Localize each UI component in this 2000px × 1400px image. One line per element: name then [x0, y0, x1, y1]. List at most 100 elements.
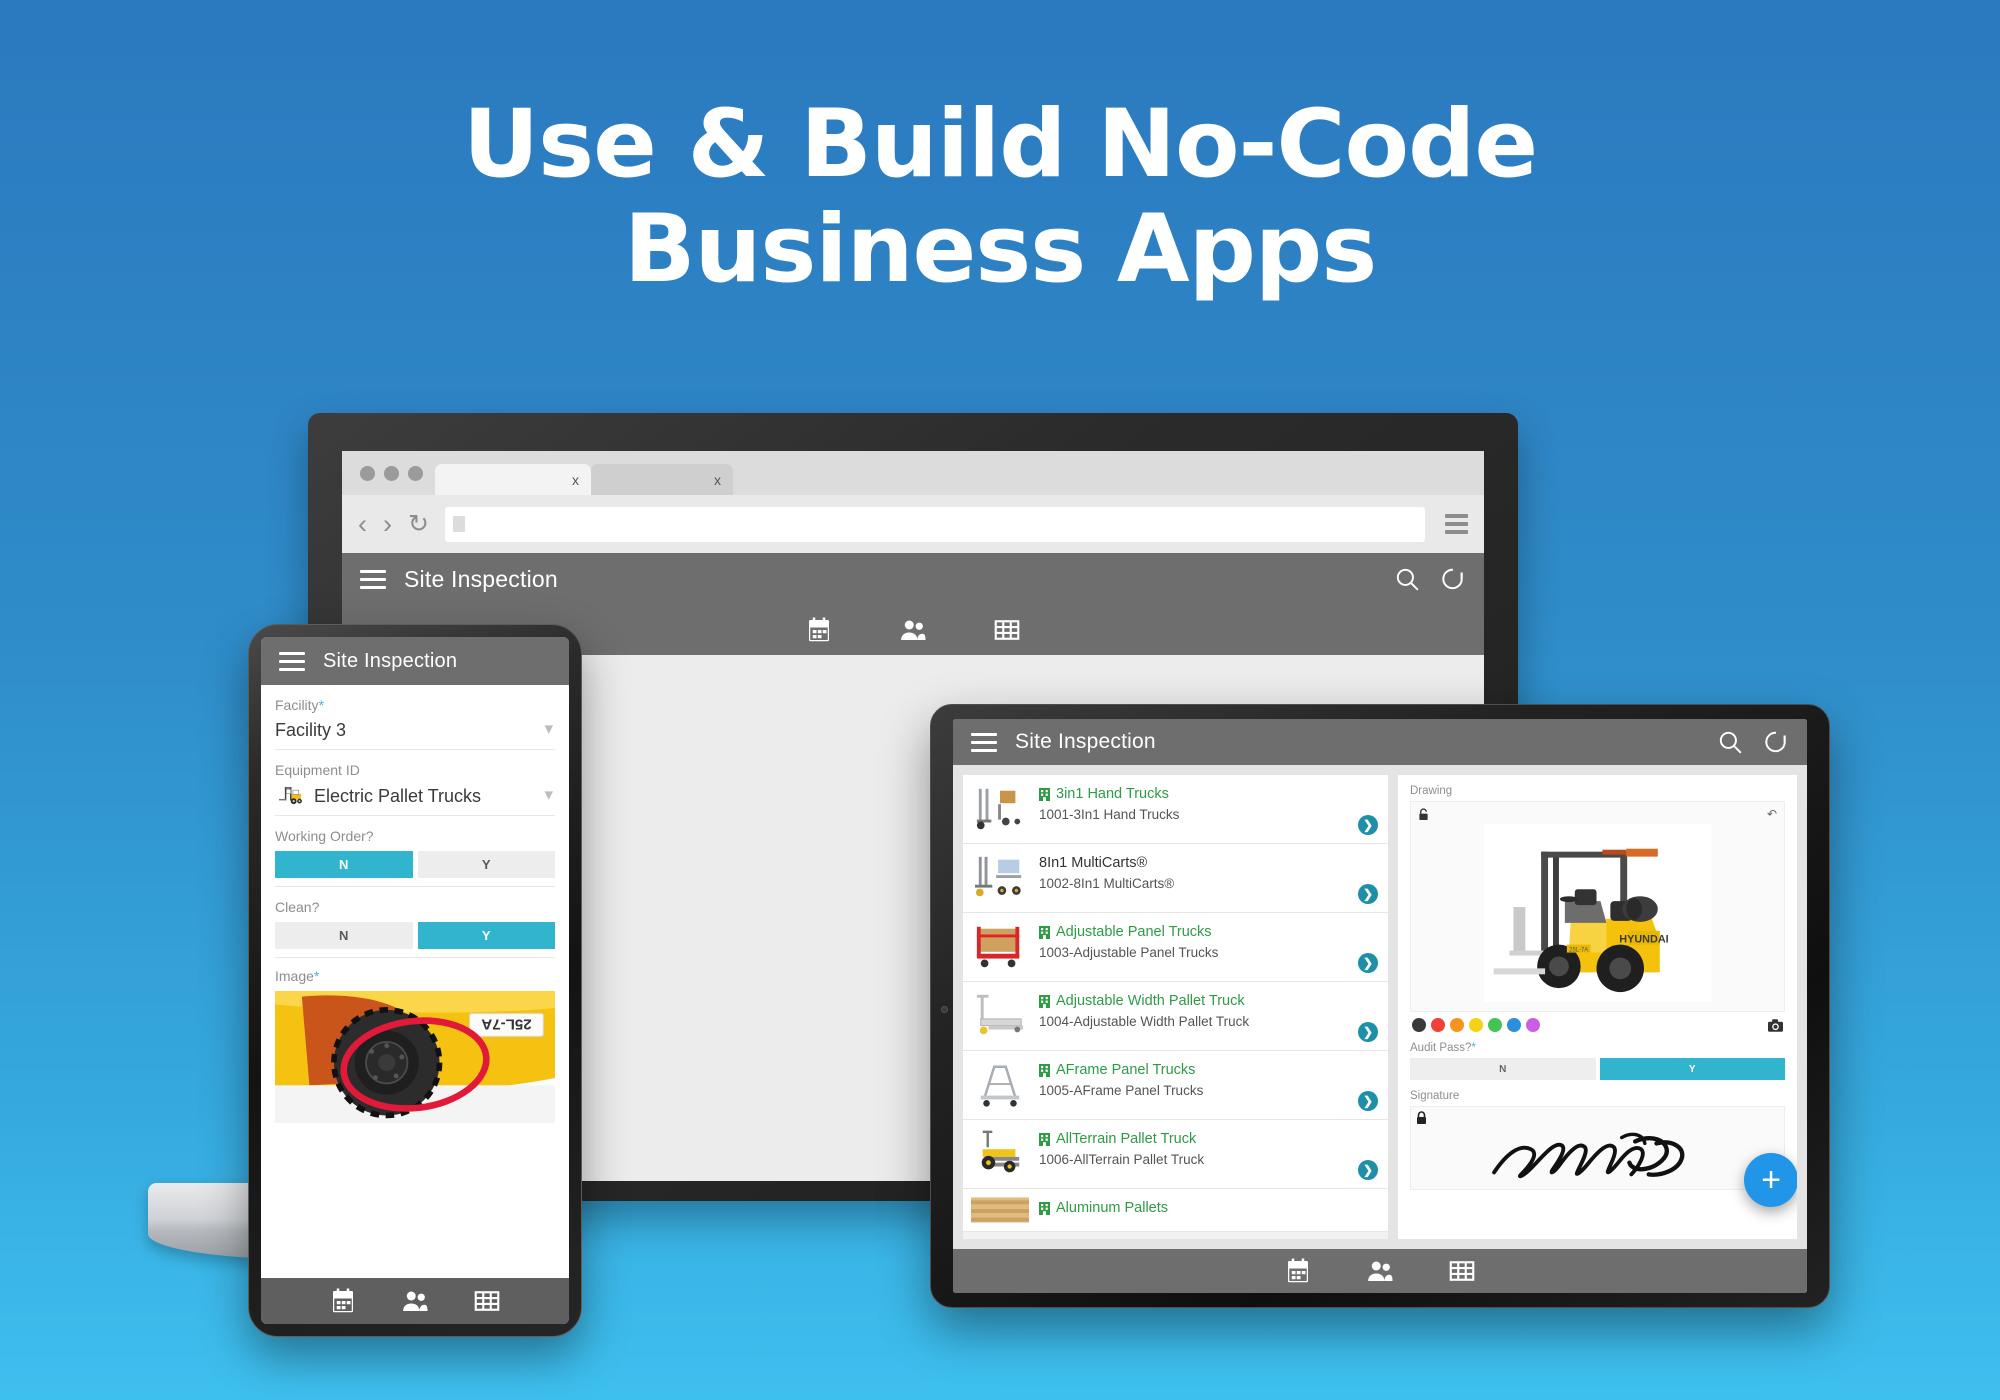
search-icon[interactable]	[1394, 566, 1420, 592]
equipment-list[interactable]: 3in1 Hand Trucks 1001-3In1 Hand Trucks ❯…	[963, 775, 1388, 1239]
list-item[interactable]: 8In1 MultiCarts® 1002-8In1 MultiCarts® ❯	[963, 844, 1388, 913]
clean-toggle[interactable]: N Y	[275, 922, 555, 949]
phone-bottom-nav	[261, 1278, 569, 1324]
signature-pad[interactable]: Steven Jobs +	[1410, 1106, 1797, 1207]
browser-toolbar: ‹ › ↻	[342, 495, 1484, 553]
list-item[interactable]: 3in1 Hand Trucks 1001-3In1 Hand Trucks ❯	[963, 775, 1388, 844]
browser-menu-icon[interactable]	[1441, 514, 1468, 534]
people-icon[interactable]	[898, 615, 928, 645]
field-facility[interactable]: Facility* Facility 3 ▾	[275, 685, 555, 750]
swatch-purple[interactable]	[1526, 1018, 1540, 1032]
field-clean[interactable]: Clean? N Y	[275, 887, 555, 958]
list-item-title-row: Aluminum Pallets	[1039, 1199, 1378, 1217]
annotated-photo[interactable]: 25L-7A	[275, 991, 555, 1123]
svg-text:25L-7A: 25L-7A	[1569, 948, 1588, 954]
list-item[interactable]: AFrame Panel Trucks 1005-AFrame Panel Tr…	[963, 1051, 1388, 1120]
swatch-orange[interactable]	[1450, 1018, 1464, 1032]
chevron-down-icon[interactable]: ▾	[544, 785, 553, 805]
field-image[interactable]: Image* 25L-7A	[275, 958, 555, 1123]
chevron-right-circle-icon[interactable]: ❯	[1358, 1160, 1378, 1180]
toggle-option-n[interactable]: N	[1410, 1058, 1596, 1080]
toggle-option-n[interactable]: N	[275, 851, 413, 878]
tab-close-icon[interactable]: x	[572, 472, 579, 488]
unlock-icon[interactable]	[1418, 807, 1429, 821]
chevron-down-icon[interactable]: ▾	[544, 719, 553, 739]
toggle-option-y[interactable]: Y	[1599, 1058, 1785, 1080]
working-order-toggle[interactable]: N Y	[275, 851, 555, 878]
field-label: Clean?	[275, 899, 555, 915]
lock-icon[interactable]	[1415, 1111, 1428, 1125]
chevron-right-circle-icon[interactable]: ❯	[1358, 1022, 1378, 1042]
toggle-option-y[interactable]: Y	[417, 922, 555, 949]
audit-pass-toggle[interactable]: N Y	[1410, 1058, 1785, 1080]
field-label: Facility*	[275, 697, 555, 713]
undo-icon[interactable]: ↶	[1767, 807, 1777, 821]
hamburger-menu-icon[interactable]	[360, 569, 386, 589]
chevron-right-circle-icon[interactable]: ❯	[1358, 1091, 1378, 1111]
search-icon[interactable]	[1717, 729, 1743, 755]
chevron-left-icon[interactable]: ‹	[358, 510, 367, 538]
label-text: Equipment ID	[275, 762, 360, 778]
reload-icon[interactable]: ↻	[408, 511, 429, 537]
field-working-order[interactable]: Working Order? N Y	[275, 816, 555, 887]
swatch-blue[interactable]	[1507, 1018, 1521, 1032]
required-asterisk: *	[1471, 1042, 1476, 1054]
people-icon[interactable]	[1365, 1256, 1395, 1286]
panel-truck-thumb	[971, 921, 1029, 973]
swatch-green[interactable]	[1488, 1018, 1502, 1032]
calendar-icon[interactable]	[1283, 1256, 1313, 1286]
hamburger-menu-icon[interactable]	[279, 651, 305, 671]
add-button[interactable]: +	[1744, 1153, 1797, 1207]
people-icon[interactable]	[400, 1286, 430, 1316]
window-minimize-dot[interactable]	[384, 465, 399, 481]
toggle-option-n[interactable]: N	[275, 922, 413, 949]
list-item[interactable]: AllTerrain Pallet Truck 1006-AllTerrain …	[963, 1120, 1388, 1189]
refresh-icon[interactable]	[1440, 566, 1466, 592]
list-item[interactable]: Adjustable Panel Trucks 1003-Adjustable …	[963, 913, 1388, 982]
list-item-title: 8In1 MultiCarts®	[1039, 855, 1148, 871]
svg-text:HYUNDAI: HYUNDAI	[1619, 934, 1668, 946]
grid-icon[interactable]	[1447, 1256, 1477, 1286]
grid-icon[interactable]	[992, 615, 1022, 645]
grid-icon[interactable]	[472, 1286, 502, 1316]
aluminum-pallet-thumb	[971, 1197, 1029, 1223]
list-item-title: Aluminum Pallets	[1056, 1200, 1169, 1216]
audit-pass-label: Audit Pass?*	[1410, 1042, 1785, 1054]
chevron-right-circle-icon[interactable]: ❯	[1358, 815, 1378, 835]
browser-chrome: x x ‹ › ↻	[342, 451, 1484, 553]
toggle-option-y[interactable]: Y	[417, 851, 555, 878]
list-item[interactable]: Adjustable Width Pallet Truck 1004-Adjus…	[963, 982, 1388, 1051]
building-icon	[1039, 1132, 1050, 1146]
tab-close-icon[interactable]: x	[714, 472, 721, 488]
label-text: Image	[275, 968, 314, 984]
hamburger-menu-icon[interactable]	[971, 732, 997, 752]
swatch-black[interactable]	[1412, 1018, 1426, 1032]
calendar-icon[interactable]	[804, 615, 834, 645]
chevron-right-circle-icon[interactable]: ❯	[1358, 884, 1378, 904]
camera-icon[interactable]	[1768, 1018, 1783, 1032]
list-item[interactable]: Aluminum Pallets	[963, 1189, 1388, 1232]
window-controls[interactable]	[352, 451, 435, 495]
allterrain-thumb	[971, 1128, 1029, 1180]
calendar-icon[interactable]	[328, 1286, 358, 1316]
color-palette[interactable]	[1410, 1012, 1785, 1034]
browser-tab[interactable]: x	[435, 464, 591, 495]
chevron-right-icon[interactable]: ›	[383, 510, 392, 538]
list-item-subtitle: 1002-8In1 MultiCarts®	[1039, 876, 1175, 892]
window-close-dot[interactable]	[360, 465, 375, 481]
headline-line-1: Use & Build No-Code	[462, 90, 1538, 199]
window-maximize-dot[interactable]	[408, 465, 423, 481]
browser-tab[interactable]: x	[591, 464, 733, 495]
app-title: Site Inspection	[404, 565, 558, 592]
field-equipment-id[interactable]: Equipment ID Electric Pallet Trucks ▾	[275, 750, 555, 816]
address-bar[interactable]	[444, 506, 1425, 542]
swatch-red[interactable]	[1431, 1018, 1445, 1032]
chevron-right-circle-icon[interactable]: ❯	[1358, 953, 1378, 973]
list-item-subtitle: 1005-AFrame Panel Trucks	[1039, 1083, 1204, 1099]
phone-viewport: Site Inspection Facility* Facility 3 ▾ E…	[261, 637, 569, 1324]
multicart-thumb	[971, 852, 1029, 904]
browser-tab-bar: x x	[342, 451, 1484, 495]
drawing-canvas[interactable]: ↶ HYUNDAI 25L-7A	[1410, 801, 1785, 1012]
refresh-icon[interactable]	[1763, 729, 1789, 755]
swatch-yellow[interactable]	[1469, 1018, 1483, 1032]
